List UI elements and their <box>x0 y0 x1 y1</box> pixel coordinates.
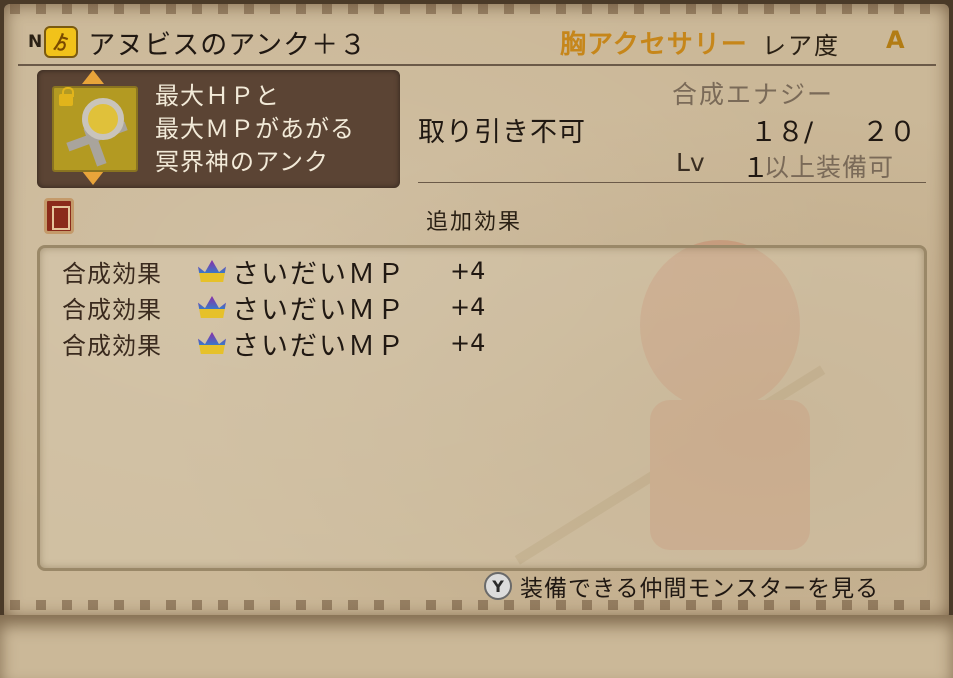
crown-icon <box>198 296 226 318</box>
book-icon[interactable] <box>44 198 74 234</box>
item-name: アヌビスのアンク＋３ <box>88 29 368 61</box>
synthesis-energy-max: ２０ <box>862 117 916 148</box>
scroll-down-arrow-icon[interactable] <box>82 171 104 185</box>
item-description: 最大ＨＰと 最大ＭＰがあがる 冥界神のアンク <box>155 80 355 179</box>
effect-row: 合成効果 さいだいＭＰ +4 <box>62 290 486 326</box>
effect-name: さいだいＭＰ <box>232 330 406 362</box>
view-monsters-label: 装備できる仲間モンスターを見る <box>520 576 880 602</box>
extra-effects-panel: 合成効果 さいだいＭＰ +4 合成効果 さいだいＭＰ +4 合成効果 さいだいＭ… <box>37 245 927 571</box>
level-requirement-text: 以上装備可 <box>764 153 895 182</box>
stats-divider <box>418 182 926 183</box>
bottom-border <box>0 615 953 678</box>
title-divider <box>18 64 936 66</box>
effect-label: 合成効果 <box>62 295 162 324</box>
extra-effects-title: 追加効果 <box>426 210 523 235</box>
ankh-loop-shape <box>82 98 124 140</box>
lock-icon <box>59 87 74 106</box>
effect-row: 合成効果 さいだいＭＰ +4 <box>62 254 486 290</box>
effect-value: +4 <box>450 329 486 357</box>
y-button-icon[interactable]: Y <box>484 572 512 600</box>
neck-accessory-icon: ゟ <box>44 26 79 58</box>
crown-icon <box>198 332 226 354</box>
description-line: 最大ＭＰがあがる <box>155 115 355 143</box>
crown-icon <box>198 260 226 282</box>
scroll-up-arrow-icon[interactable] <box>82 70 104 84</box>
equipment-slot: 胸アクセサリー <box>560 30 748 60</box>
effect-value: +4 <box>450 293 486 321</box>
trade-status: 取り引き不可 <box>418 117 586 148</box>
synthesis-energy-label: 合成エナジー <box>672 80 835 109</box>
item-title-row: N ゟ アヌビスのアンク＋３ <box>28 22 367 62</box>
grade-mark: N <box>28 32 43 52</box>
rarity-value: A <box>886 26 905 54</box>
effect-name: さいだいＭＰ <box>232 258 406 290</box>
description-line: 冥界神のアンク <box>155 148 330 176</box>
level-label: Lv <box>676 148 705 177</box>
effect-name: さいだいＭＰ <box>232 294 406 326</box>
effect-label: 合成効果 <box>62 331 162 360</box>
ankh-icon <box>52 86 138 172</box>
top-edge-decoration <box>10 4 943 14</box>
effect-label: 合成効果 <box>62 259 162 288</box>
effect-row: 合成効果 さいだいＭＰ +4 <box>62 326 486 362</box>
description-line: 最大ＨＰと <box>155 82 280 110</box>
effect-value: +4 <box>450 257 486 285</box>
view-monsters-action[interactable]: Y 装備できる仲間モンスターを見る <box>484 570 879 602</box>
synthesis-energy-current: １８/ <box>750 117 814 148</box>
rarity-label: レア度 <box>762 32 840 60</box>
